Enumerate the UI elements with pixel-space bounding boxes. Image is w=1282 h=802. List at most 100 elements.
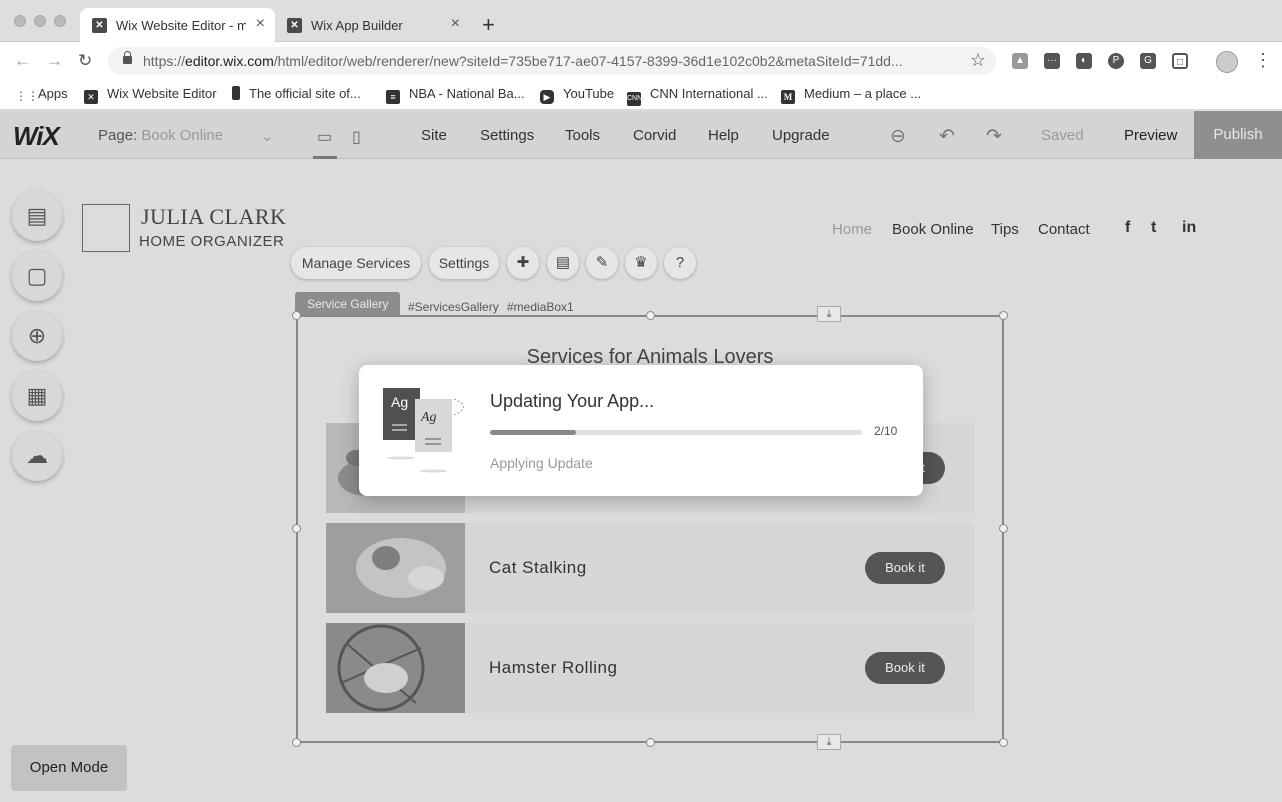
resize-handle[interactable]: [646, 738, 655, 747]
design-brush-icon[interactable]: ✎: [586, 247, 618, 279]
site-brand-name[interactable]: JULIA CLARK: [141, 204, 286, 230]
site-brand-sub[interactable]: HOME ORGANIZER: [139, 233, 284, 250]
resize-handle[interactable]: [292, 311, 301, 320]
wix-logo[interactable]: WiX: [13, 121, 60, 152]
resize-handle[interactable]: [999, 311, 1008, 320]
tab-title: Wix App Builder: [311, 18, 403, 33]
bulb-extension-icon[interactable]: ◐: [1076, 53, 1092, 69]
page-selector[interactable]: Page: Book Online ⌄: [98, 127, 274, 145]
translate-extension-icon[interactable]: G: [1140, 53, 1156, 69]
upgrade-crown-icon[interactable]: ♛: [625, 247, 657, 279]
bookmark-apps[interactable]: ⋮⋮Apps: [15, 86, 68, 103]
menu-tools[interactable]: Tools: [565, 127, 600, 144]
bookmark-star-icon[interactable]: ☆: [970, 50, 986, 71]
url-text: https://editor.wix.com/html/editor/web/r…: [143, 53, 903, 69]
tab-wix-app-builder[interactable]: ✕ Wix App Builder ×: [275, 8, 470, 42]
publish-button[interactable]: Publish: [1194, 111, 1282, 159]
apps-icon: ▦: [26, 383, 48, 408]
window-zoom-button[interactable]: [54, 15, 66, 27]
window-minimize-button[interactable]: [34, 15, 46, 27]
component-id: #ServicesGallery: [408, 300, 499, 314]
back-arrow-icon[interactable]: ←: [14, 52, 31, 69]
bookmark-wix-editor[interactable]: ✕ Wix Website Editor: [84, 86, 217, 104]
pages-menu-button[interactable]: ▤: [12, 191, 62, 241]
layout-icon[interactable]: ▤: [547, 247, 579, 279]
open-mode-button[interactable]: Open Mode: [11, 745, 127, 791]
site-nav-tips[interactable]: Tips: [991, 221, 1019, 238]
resize-handle[interactable]: [292, 738, 301, 747]
site-logo-icon[interactable]: [82, 204, 130, 252]
tab-wix-editor[interactable]: ✕ Wix Website Editor - m ×: [80, 8, 275, 42]
bookmark-official-site[interactable]: The official site of...: [232, 86, 361, 101]
menu-site[interactable]: Site: [421, 127, 447, 144]
bookmark-cnn[interactable]: CNN CNN International ...: [627, 86, 768, 106]
linkedin-icon[interactable]: in: [1182, 219, 1196, 237]
manage-services-button[interactable]: Manage Services: [291, 247, 421, 279]
close-tab-icon[interactable]: ×: [256, 16, 265, 32]
resize-handle[interactable]: [292, 524, 301, 533]
service-item[interactable]: Hamster Rolling Book it: [326, 623, 974, 713]
new-tab-button[interactable]: +: [482, 14, 495, 36]
profile-avatar[interactable]: [1216, 51, 1238, 73]
cnn-icon: CNN: [627, 92, 642, 106]
site-nav-contact[interactable]: Contact: [1038, 221, 1090, 238]
bookmark-nba[interactable]: ≡ NBA - National Ba...: [386, 86, 525, 104]
component-settings-button[interactable]: Settings: [429, 247, 499, 279]
url-input[interactable]: https://editor.wix.com/html/editor/web/r…: [108, 47, 996, 75]
resize-handle[interactable]: [646, 311, 655, 320]
browser-menu-icon[interactable]: ⋮: [1254, 50, 1272, 71]
add-apps-button[interactable]: ▦: [12, 371, 62, 421]
download-icon[interactable]: ⤓: [817, 734, 841, 750]
twitter-icon[interactable]: t: [1151, 219, 1156, 237]
forward-arrow-icon[interactable]: →: [46, 52, 63, 69]
cloud-upload-icon: ☁: [26, 443, 48, 468]
update-app-dialog: Ag Ag Updating Your App... 2/10 Applying…: [359, 365, 923, 496]
drive-extension-icon[interactable]: ▲: [1012, 53, 1028, 69]
progress-bar: [490, 430, 862, 435]
window-close-button[interactable]: [14, 15, 26, 27]
background-button[interactable]: ▢: [12, 251, 62, 301]
download-icon[interactable]: ⤓: [817, 306, 841, 322]
component-id: #mediaBox1: [507, 300, 574, 314]
close-tab-icon[interactable]: ×: [451, 16, 460, 32]
help-icon[interactable]: ?: [664, 247, 696, 279]
preview-button[interactable]: Preview: [1124, 127, 1177, 144]
menu-corvid[interactable]: Corvid: [633, 127, 676, 144]
service-image: [326, 523, 465, 613]
bookmark-medium[interactable]: M Medium – a place ...: [781, 86, 921, 104]
bookmarks-bar: ⋮⋮Apps ✕ Wix Website Editor The official …: [0, 80, 1282, 110]
progress-fill: [490, 430, 576, 435]
add-button[interactable]: ⊕: [12, 311, 62, 361]
mobile-view-icon[interactable]: ▯: [352, 127, 361, 147]
site-nav-home[interactable]: Home: [832, 221, 872, 238]
site-nav-book-online[interactable]: Book Online: [892, 221, 974, 238]
upload-button[interactable]: ☁: [12, 431, 62, 481]
add-element-icon[interactable]: ✚: [507, 247, 539, 279]
zoom-out-icon[interactable]: ⊖: [890, 125, 906, 148]
app-update-icon: Ag Ag: [383, 388, 464, 473]
apps-grid-icon: ⋮⋮: [15, 89, 39, 103]
book-it-button[interactable]: Book it: [865, 652, 945, 684]
facebook-icon[interactable]: f: [1125, 219, 1130, 237]
resize-handle[interactable]: [999, 738, 1008, 747]
book-it-button[interactable]: Book it: [865, 552, 945, 584]
youtube-icon: ▶: [540, 90, 554, 104]
reload-icon[interactable]: ↻: [78, 52, 92, 69]
wix-icon: ✕: [92, 18, 107, 33]
undo-icon[interactable]: ↶: [939, 125, 955, 148]
bookmark-youtube[interactable]: ▶ YouTube: [540, 86, 614, 104]
menu-help[interactable]: Help: [708, 127, 739, 144]
nba-icon: ≡: [386, 90, 400, 104]
redo-icon[interactable]: ↷: [986, 125, 1002, 148]
pinterest-extension-icon[interactable]: P: [1108, 53, 1124, 69]
service-image: [326, 623, 465, 713]
desktop-view-icon[interactable]: ▭: [317, 127, 332, 147]
service-item[interactable]: Cat Stalking Book it: [326, 523, 974, 613]
component-label[interactable]: Service Gallery: [295, 292, 401, 316]
menu-settings[interactable]: Settings: [480, 127, 534, 144]
screenshot-extension-icon[interactable]: □: [1172, 53, 1188, 69]
dots-extension-icon[interactable]: ···: [1044, 53, 1060, 69]
menu-upgrade[interactable]: Upgrade: [772, 127, 830, 144]
progress-count: 2/10: [874, 424, 898, 438]
resize-handle[interactable]: [999, 524, 1008, 533]
